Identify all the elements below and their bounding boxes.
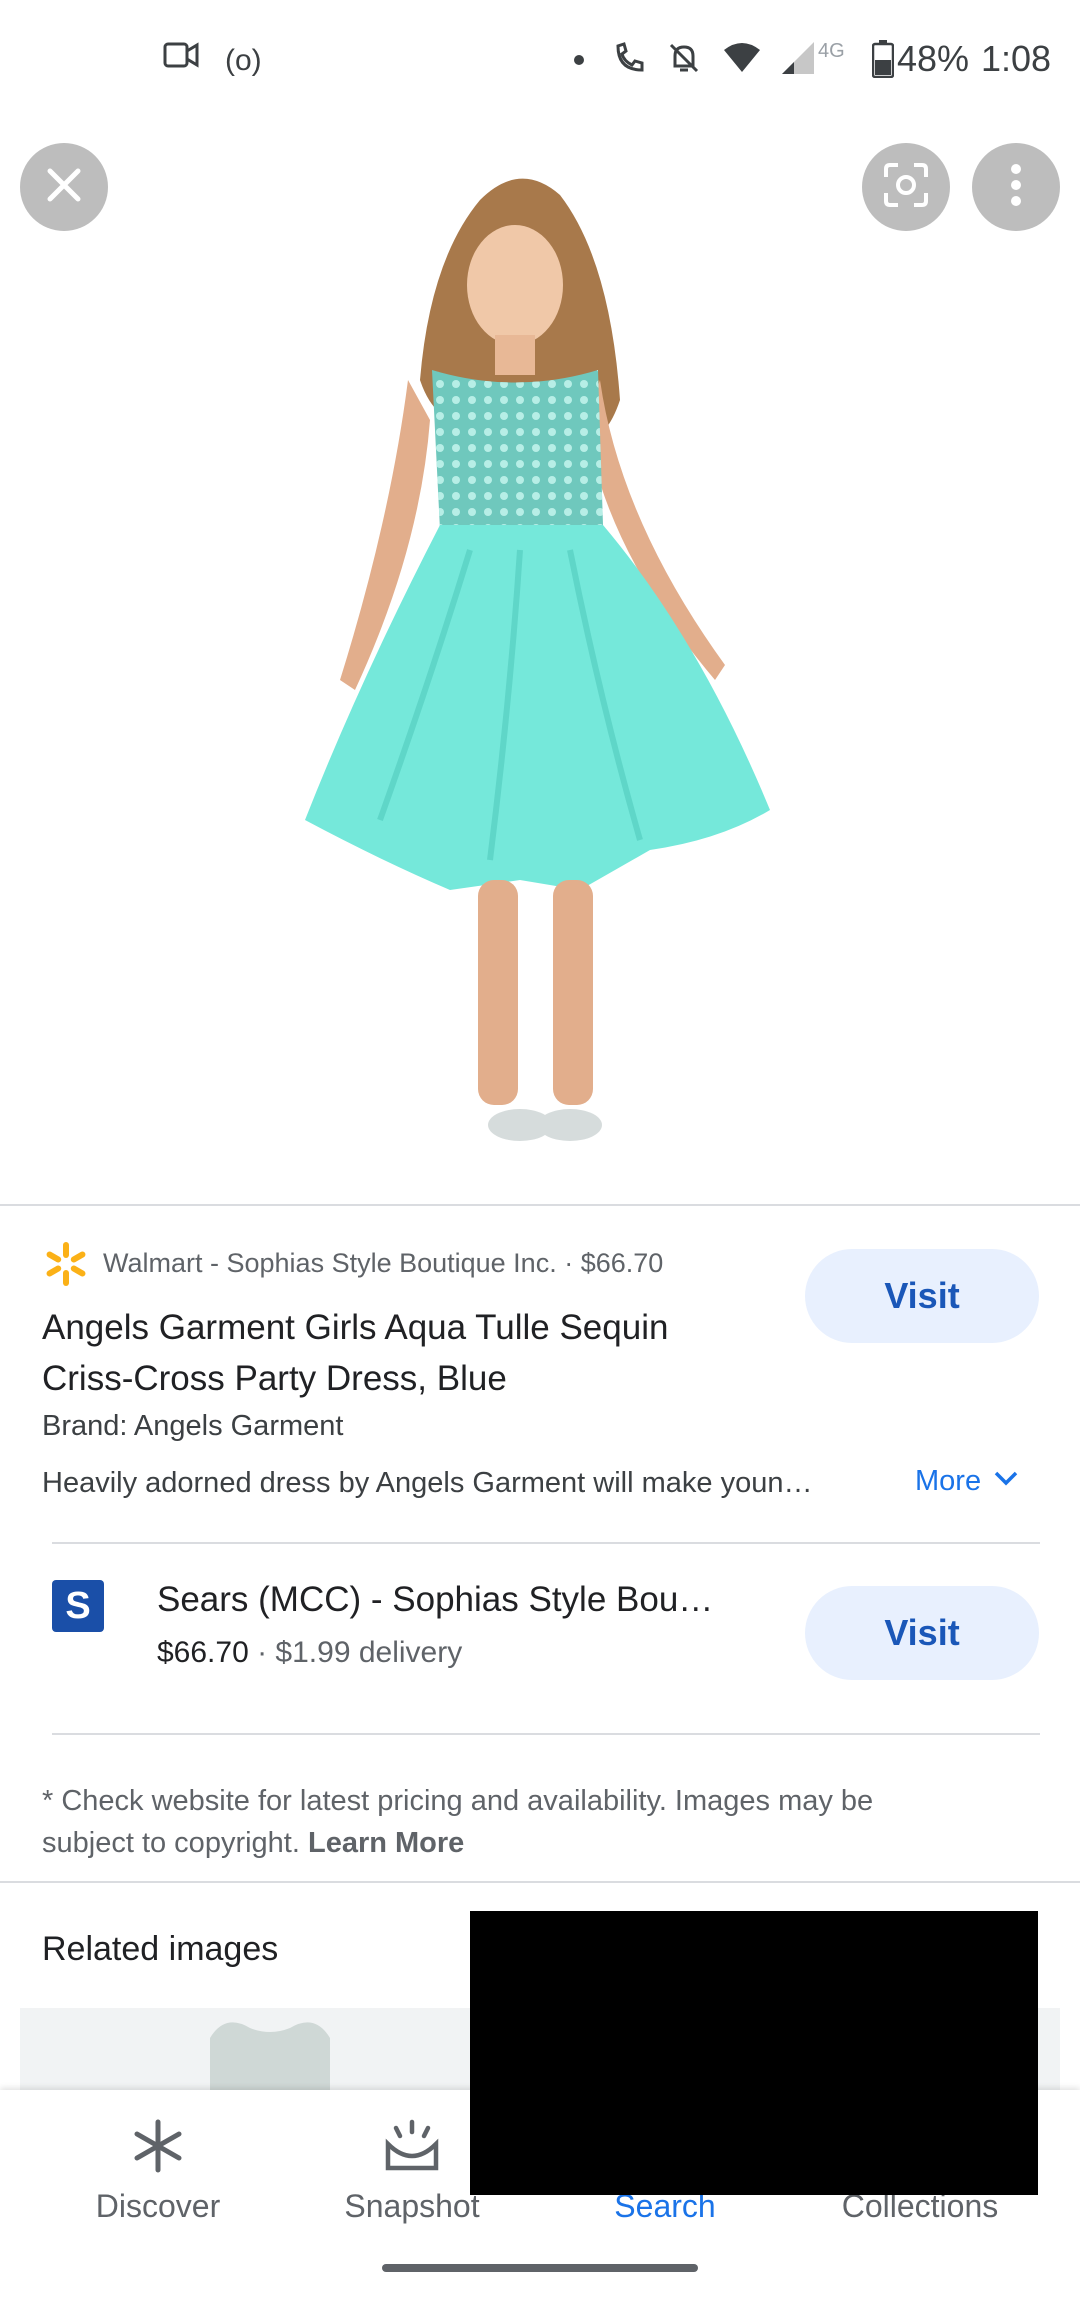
disclaimer: * Check website for latest pricing and a…	[42, 1780, 1042, 1864]
listing-store-price: Walmart - Sophias Style Boutique Inc. · …	[103, 1248, 664, 1278]
visit-button-walmart[interactable]: Visit	[805, 1249, 1039, 1343]
status-bar: (o) 4G 48% 1:08	[0, 0, 1080, 120]
more-vert-icon	[1010, 163, 1022, 212]
battery-icon	[871, 40, 895, 83]
nav-discover[interactable]: Discover	[58, 2118, 258, 2238]
video-camera-icon	[163, 40, 199, 75]
product-image[interactable]	[0, 120, 1080, 1205]
offer-store-name[interactable]: Sears (MCC) - Sophias Style Bou…	[157, 1580, 713, 1620]
more-options-button[interactable]	[972, 143, 1060, 231]
product-description: Heavily adorned dress by Angels Garment …	[42, 1467, 813, 1499]
disclaimer-line2: subject to copyright.	[42, 1827, 300, 1859]
offer-delivery: · $1.99 delivery	[257, 1636, 463, 1669]
signal-icon	[780, 40, 816, 81]
learn-more-link[interactable]: Learn More	[308, 1827, 464, 1859]
clock: 1:08	[981, 38, 1052, 79]
gesture-handle[interactable]	[382, 2264, 698, 2272]
sears-logo-icon: S	[52, 1580, 104, 1632]
product-title-line2[interactable]: Criss-Cross Party Dress, Blue	[42, 1353, 507, 1404]
related-image-thumb[interactable]	[190, 2008, 390, 2098]
visit-button-sears[interactable]: Visit	[805, 1586, 1039, 1680]
related-images-heading: Related images	[42, 1930, 279, 1968]
lens-icon	[882, 161, 930, 214]
bell-off-icon	[666, 40, 702, 81]
more-label: More	[915, 1465, 982, 1497]
asterisk-icon	[130, 2118, 186, 2179]
product-brand: Brand: Angels Garment	[42, 1410, 344, 1442]
product-title-line1[interactable]: Angels Garment Girls Aqua Tulle Sequin	[42, 1302, 668, 1353]
cast-indicator: (o)	[225, 44, 262, 77]
network-type: 4G	[818, 40, 845, 62]
snapshot-icon	[384, 2118, 440, 2179]
offer-divider	[52, 1733, 1040, 1735]
disclaimer-line1: * Check website for latest pricing and a…	[42, 1785, 874, 1817]
offer-price: $66.70	[157, 1636, 249, 1669]
lens-button[interactable]	[862, 143, 950, 231]
offer-price-line: $66.70 · $1.99 delivery	[157, 1636, 462, 1670]
disclaimer-divider	[0, 1881, 1080, 1883]
nav-discover-label: Discover	[95, 2188, 221, 2224]
redacted-overlay	[470, 1911, 1038, 2195]
close-icon	[44, 165, 84, 210]
wifi-icon	[722, 40, 762, 81]
chevron-down-icon	[993, 1470, 1019, 1493]
battery-percent: 48%	[897, 38, 970, 79]
notification-dot-icon	[574, 55, 584, 65]
wifi-calling-icon	[612, 40, 648, 81]
walmart-spark-icon	[42, 1240, 90, 1293]
more-toggle[interactable]: More	[915, 1465, 1019, 1498]
image-divider	[0, 1204, 1080, 1206]
close-button[interactable]	[20, 143, 108, 231]
listing-divider	[52, 1542, 1040, 1544]
